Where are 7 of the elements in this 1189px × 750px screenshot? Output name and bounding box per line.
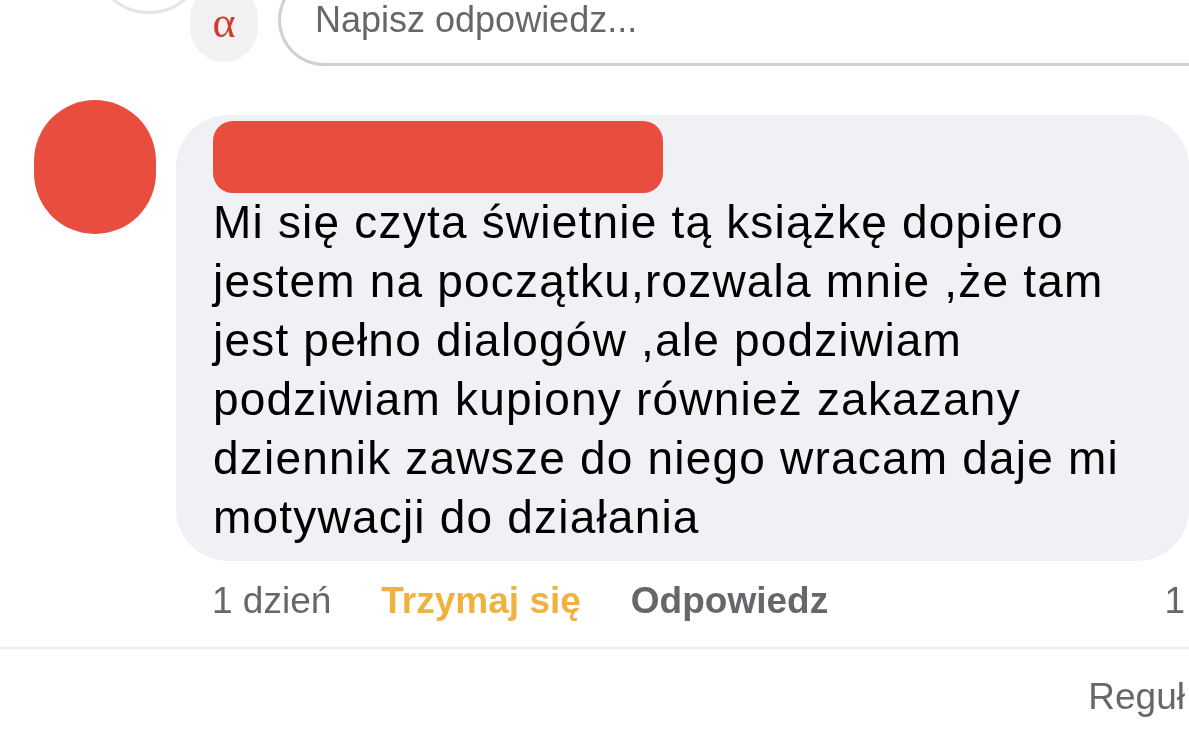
profile-avatar[interactable]: α bbox=[190, 0, 258, 62]
comment-time: 1 dzień bbox=[212, 579, 332, 624]
reply-link[interactable]: Odpowiedz bbox=[630, 573, 829, 629]
reply-field[interactable]: Napisz odpowiedz... bbox=[278, 0, 1189, 66]
reaction-count: 1 bbox=[1164, 579, 1185, 624]
rules-link[interactable]: Reguł bbox=[1088, 669, 1185, 725]
comment-text: Mi się czyta świetnie tą książkę dopiero jestem na początku,rozwala mnie ,że tam jest pełno dialogów ,ale podziwiam podziwiam kupiony również zakazany dziennik zawsze do niego wracam daje mi motywacji do działania bbox=[213, 195, 1120, 545]
